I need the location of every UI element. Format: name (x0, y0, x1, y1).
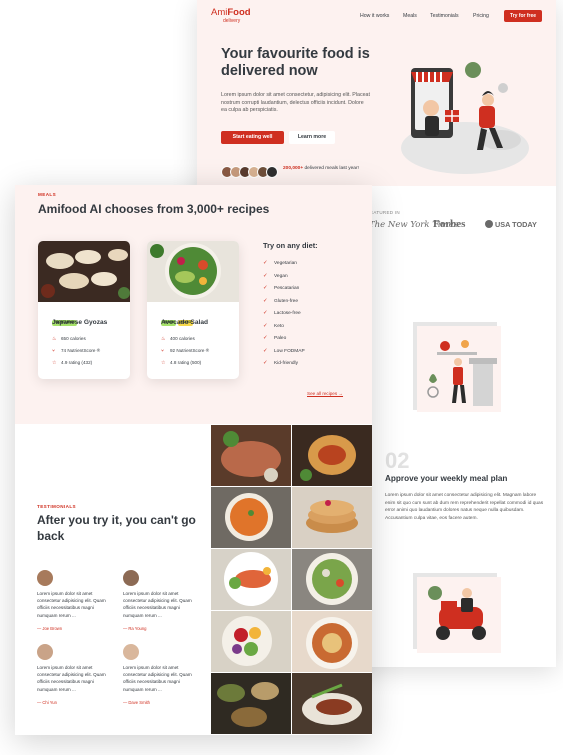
avatar (123, 644, 139, 660)
cooking-illustration (413, 322, 501, 412)
gallery-photo (211, 549, 291, 610)
gallery-photo (211, 425, 291, 486)
testimonial-quote: Lorem ipsum dolor sit amet consectetur a… (37, 591, 106, 618)
check-icon: ✓ (263, 360, 268, 366)
check-icon: ✓ (263, 260, 268, 266)
check-icon: ✓ (263, 273, 268, 279)
meal-score: ⑂ 92 NutrientScore ® (161, 348, 210, 354)
gallery-photo (292, 549, 372, 610)
meal-calories: ♨ 650 calories (52, 336, 86, 342)
flame-icon: ♨ (52, 336, 57, 342)
step-title: Approve your weekly meal plan (385, 474, 508, 483)
meal-name: Japanese Gyozas (52, 319, 108, 326)
check-icon: ✓ (263, 285, 268, 291)
star-icon: ☆ (52, 360, 57, 366)
nav-link-testimonials[interactable]: Testimonials (430, 13, 459, 19)
meal-calories: ♨ 400 calories (161, 336, 195, 342)
star-icon: ☆ (161, 360, 166, 366)
testimonial-quote: Lorem ipsum dolor sit amet consectetur a… (37, 665, 106, 692)
try-for-free-button[interactable]: Try for free (504, 10, 542, 22)
delivery-illustration (401, 62, 529, 174)
avatar (266, 166, 278, 178)
delivered-meals-stat: 200,000+ delivered meals last year! (283, 166, 359, 171)
testimonial-author: — Dave Smith (123, 700, 150, 705)
diet-item: ✓ Paleo (263, 335, 287, 341)
diet-list-title: Try on any diet: (263, 241, 318, 250)
avatar (37, 570, 53, 586)
nav-link-meals[interactable]: Meals (403, 13, 417, 19)
gallery-photo (211, 611, 291, 672)
forbes-logo: Forbes (433, 218, 466, 230)
gyozas-photo (38, 241, 130, 302)
step-number: 02 (385, 448, 410, 473)
meal-rating: ☆ 4.8 rating (500) (161, 360, 202, 366)
food-gallery (211, 425, 372, 735)
diet-item: ✓ Vegan (263, 273, 288, 279)
diet-item: ✓ Low FODMAP (263, 348, 305, 354)
check-icon: ✓ (263, 348, 268, 354)
learn-more-button[interactable]: Learn more (289, 131, 335, 144)
meals-testimonials-card: MEALS Amifood AI chooses from 3,000+ rec… (15, 185, 372, 735)
flame-icon: ♨ (161, 336, 166, 342)
gallery-photo (292, 611, 372, 672)
avatar (37, 644, 53, 660)
nav-link-pricing[interactable]: Pricing (473, 13, 489, 19)
logo[interactable]: AmiFood delivery (211, 8, 251, 24)
testimonial-author: — Ra Young (123, 626, 147, 631)
usatoday-dot-icon (485, 220, 493, 228)
meal-card[interactable]: VEGETARIAN Japanese Gyozas ♨ 650 calories… (38, 241, 130, 379)
meal-score: ⑂ 74 NutrientScore ® (52, 348, 101, 354)
avatar (123, 570, 139, 586)
check-icon: ✓ (263, 335, 268, 341)
gallery-photo (211, 487, 291, 548)
diet-item: ✓ Kid-friendly (263, 360, 298, 366)
nav-link-how-it-works[interactable]: How it works (360, 13, 389, 19)
diet-item: ✓ Keto (263, 323, 284, 329)
avocado-salad-photo (147, 241, 239, 302)
testimonials-title: After you try it, you can't go back (37, 513, 196, 543)
diet-item: ✓ Pescatarian (263, 285, 300, 291)
check-icon: ✓ (263, 298, 268, 304)
gallery-photo (292, 673, 372, 734)
start-eating-button[interactable]: Start eating well (221, 131, 284, 144)
testimonial-quote: Lorem ipsum dolor sit amet consectetur a… (123, 665, 192, 692)
meals-label: MEALS (38, 192, 57, 197)
utensils-icon: ⑂ (52, 348, 56, 354)
testimonial-author: — Chi Yun (37, 700, 57, 705)
meals-title: Amifood AI chooses from 3,000+ recipes (38, 202, 270, 216)
usatoday-logo: USA TODAY (485, 220, 537, 229)
gallery-photo (292, 487, 372, 548)
check-icon: ✓ (263, 310, 268, 316)
check-icon: ✓ (263, 323, 268, 329)
see-all-recipes-link[interactable]: See all recipes → (307, 391, 343, 396)
meal-card[interactable]: VEGAN PALEO Avocado Salad ♨ 400 calories ⑂… (147, 241, 239, 379)
testimonial-author: — Joe Brown (37, 626, 63, 631)
gallery-photo (211, 673, 291, 734)
hero-description: Lorem ipsum dolor sit amet consectetur, … (221, 92, 370, 114)
diet-item: ✓ Vegetarian (263, 260, 297, 266)
utensils-icon: ⑂ (161, 348, 165, 354)
testimonials-label: TESTIMONIALS (37, 504, 76, 509)
meal-name: Avocado Salad (161, 319, 209, 326)
gallery-photo (292, 425, 372, 486)
step-description: Lorem ipsum dolor sit amet consectetur a… (385, 493, 544, 522)
meal-rating: ☆ 4.9 rating (432) (52, 360, 93, 366)
diet-item: ✓ Gluten-free (263, 298, 298, 304)
hero-title: Your favourite food is delivered now (221, 46, 370, 79)
scooter-delivery-illustration (413, 573, 501, 653)
testimonial-quote: Lorem ipsum dolor sit amet consectetur a… (123, 591, 192, 618)
diet-item: ✓ Lactose-free (263, 310, 301, 316)
